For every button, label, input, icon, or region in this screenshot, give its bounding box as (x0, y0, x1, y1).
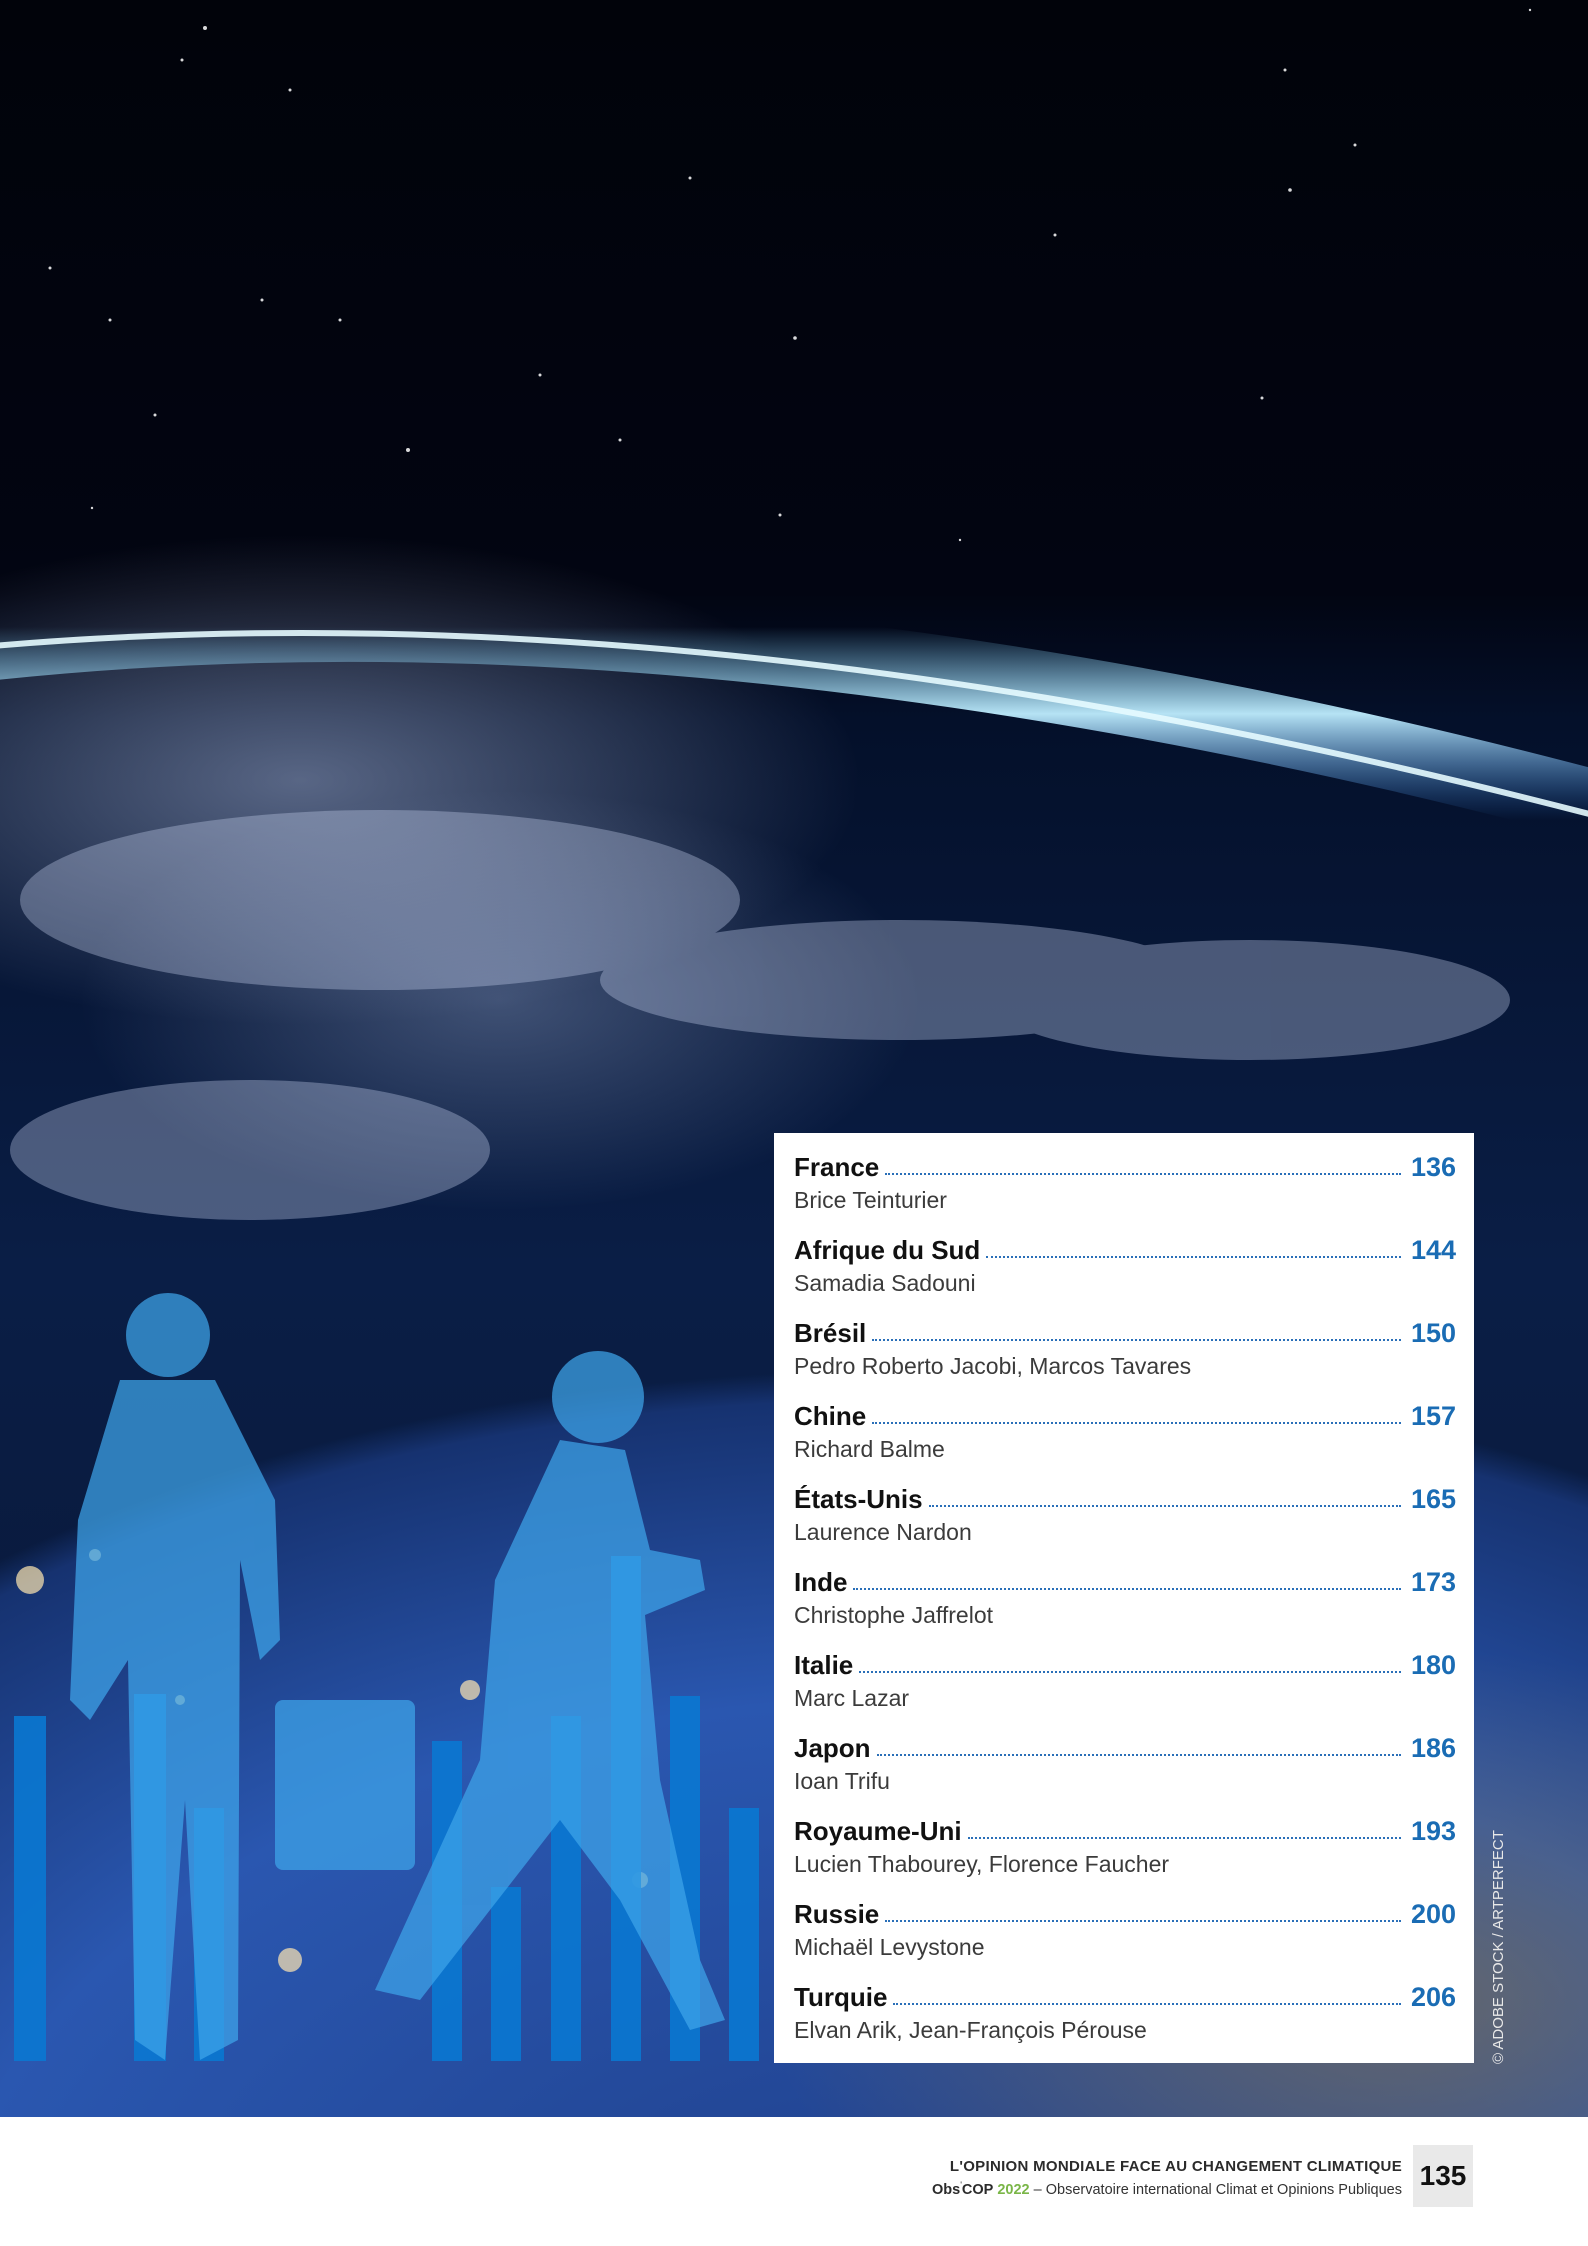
leader-dots (876, 1754, 1401, 1756)
footer-publication-subtitle: Obs'COP 2022 – Observatoire internationa… (932, 2180, 1402, 2198)
toc-entry-russie[interactable]: Russie 200 Michaël Levystone (794, 1890, 1456, 1973)
footer-brand: Obs (931, 2181, 961, 2198)
toc-page-number: 136 (1410, 1152, 1456, 1182)
toc-entry-royaume-uni[interactable]: Royaume-Uni 193 Lucien Thabourey, Florenc… (794, 1807, 1456, 1890)
footer-publication-title: L'OPINION MONDIALE FACE AU CHANGEMENT CL… (949, 2158, 1402, 2175)
footer-subtitle-text: – Observatoire international Climat et O… (1029, 2181, 1402, 2198)
footer-year: 2022 (997, 2181, 1030, 2198)
toc-page-number: 157 (1410, 1401, 1456, 1431)
toc-entry-japon[interactable]: Japon 186 Ioan Trifu (794, 1724, 1456, 1807)
toc-author: Michaël Levystone (794, 1934, 985, 1960)
leader-dots (885, 1173, 1401, 1175)
page-number: 135 (1413, 2145, 1473, 2207)
toc-author: Christophe Jaffrelot (794, 1602, 994, 1628)
toc-author: Richard Balme (794, 1436, 945, 1462)
toc-entry-bresil[interactable]: Brésil 150 Pedro Roberto Jacobi, Marcos T… (794, 1309, 1456, 1392)
toc-country: Chine (794, 1401, 867, 1431)
toc-country: Afrique du Sud (794, 1235, 981, 1265)
toc-entry-afrique-du-sud[interactable]: Afrique du Sud 144 Samadia Sadouni (794, 1226, 1456, 1309)
toc-entry-france[interactable]: France 136 Brice Teinturier (794, 1143, 1456, 1226)
toc-country: Royaume-Uni (794, 1816, 962, 1846)
leader-dots (885, 1920, 1401, 1922)
leader-dots (928, 1505, 1401, 1507)
toc-author: Marc Lazar (794, 1685, 910, 1711)
toc-page-number: 180 (1410, 1650, 1456, 1680)
toc-entry-chine[interactable]: Chine 157 Richard Balme (794, 1392, 1456, 1475)
toc-author: Pedro Roberto Jacobi, Marcos Tavares (794, 1353, 1192, 1379)
toc-author: Ioan Trifu (794, 1768, 890, 1794)
table-of-contents: France 136 Brice Teinturier Afrique du Su… (774, 1133, 1474, 2063)
toc-country: Brésil (794, 1318, 867, 1348)
toc-page-number: 173 (1410, 1567, 1456, 1597)
toc-country: Italie (794, 1650, 854, 1680)
leader-dots (967, 1837, 1401, 1839)
toc-entry-turquie[interactable]: Turquie 206 Elvan Arik, Jean-François Pér… (794, 1973, 1456, 2056)
leader-dots (986, 1256, 1401, 1258)
toc-page-number: 200 (1410, 1899, 1456, 1929)
toc-country: Russie (794, 1899, 880, 1929)
leader-dots (859, 1671, 1401, 1673)
toc-author: Samadia Sadouni (794, 1270, 976, 1296)
leader-dots (872, 1339, 1401, 1341)
stars (48, 8, 1532, 542)
toc-page-number: 193 (1410, 1816, 1456, 1846)
toc-page-number: 186 (1410, 1733, 1456, 1763)
toc-country: Japon (794, 1733, 871, 1763)
leader-dots (893, 2003, 1401, 2005)
leader-dots (853, 1588, 1401, 1590)
toc-page-number: 165 (1410, 1484, 1456, 1514)
atmosphere-glow (0, 591, 1588, 840)
toc-entry-italie[interactable]: Italie 180 Marc Lazar (794, 1641, 1456, 1724)
toc-author: Laurence Nardon (794, 1519, 972, 1545)
toc-entry-inde[interactable]: Inde 173 Christophe Jaffrelot (794, 1558, 1456, 1641)
toc-author: Brice Teinturier (794, 1187, 947, 1213)
toc-country: France (794, 1152, 880, 1182)
toc-country: Turquie (794, 1982, 888, 2012)
toc-author: Elvan Arik, Jean-François Pérouse (794, 2017, 1147, 2043)
toc-page-number: 150 (1410, 1318, 1456, 1348)
leader-dots (872, 1422, 1401, 1424)
toc-country: Inde (794, 1567, 848, 1597)
toc-country: États-Unis (794, 1484, 923, 1514)
footer-brand-rest: COP (961, 2181, 994, 2198)
toc-page-number: 206 (1410, 1982, 1456, 2012)
photo-credit: © ADOBE STOCK / ARTPERFECT (1484, 1830, 1588, 2064)
toc-page-number: 144 (1410, 1235, 1456, 1265)
toc-author: Lucien Thabourey, Florence Faucher (794, 1851, 1170, 1877)
toc-entry-etats-unis[interactable]: États-Unis 165 Laurence Nardon (794, 1475, 1456, 1558)
